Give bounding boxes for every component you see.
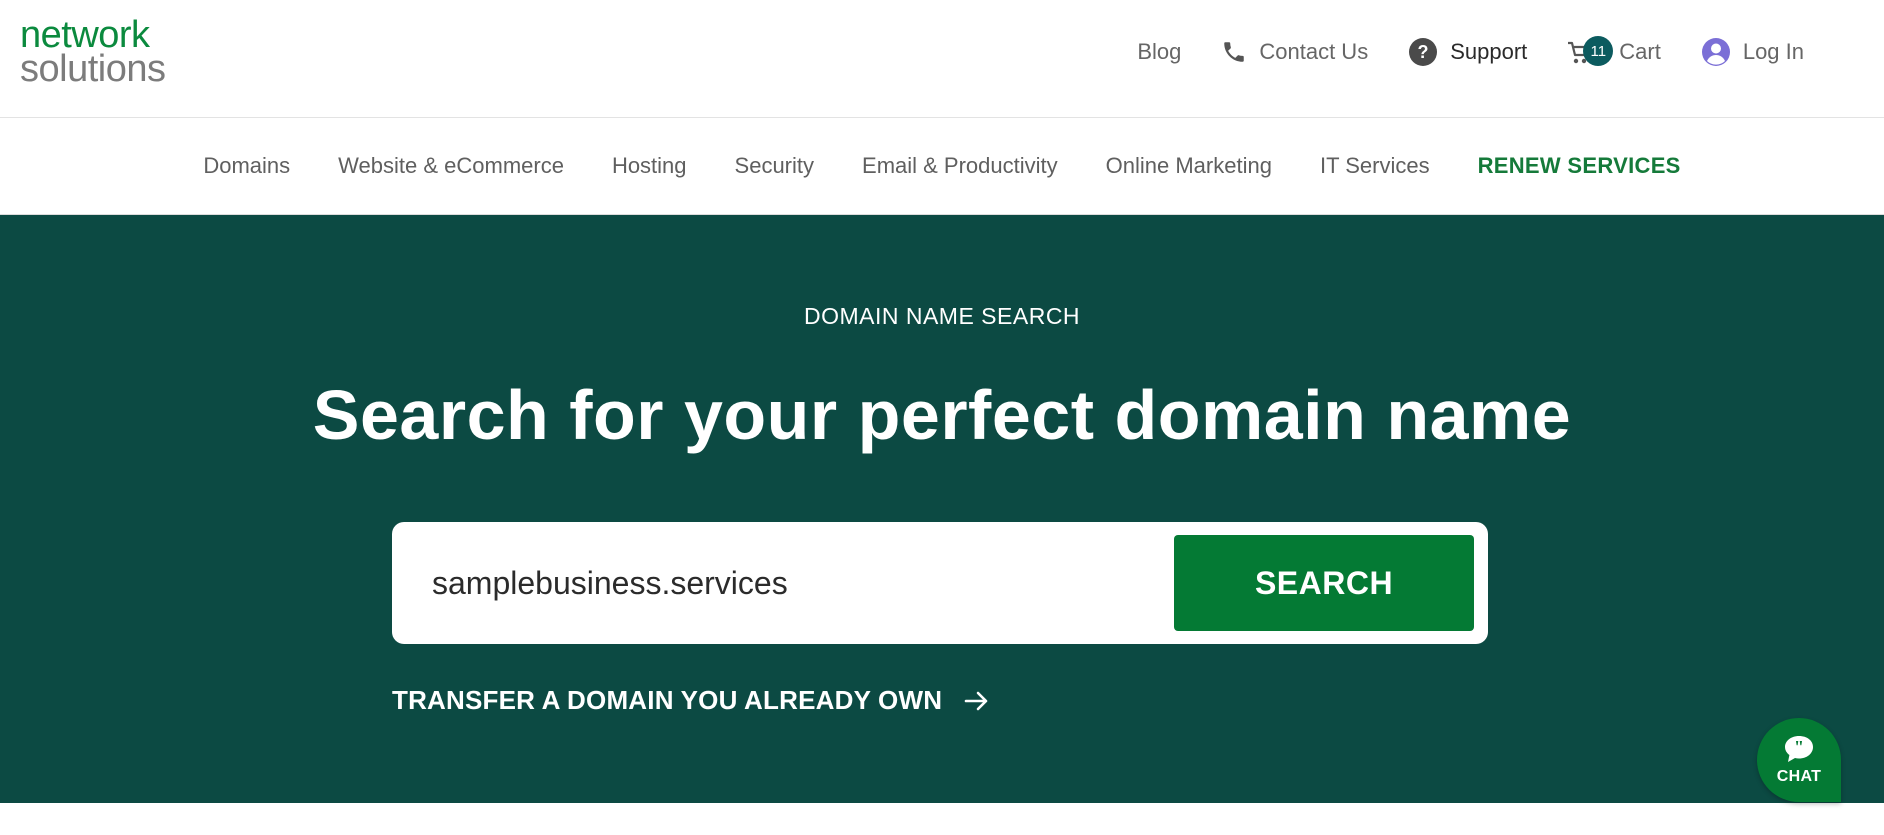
nav-item-email-productivity[interactable]: Email & Productivity — [862, 153, 1058, 179]
chat-button[interactable]: " CHAT — [1757, 718, 1841, 802]
nav-item-renew-services[interactable]: RENEW SERVICES — [1478, 153, 1681, 179]
nav-item-website-ecommerce[interactable]: Website & eCommerce — [338, 153, 564, 179]
nav-item-it-services[interactable]: IT Services — [1320, 153, 1430, 179]
main-nav: Domains Website & eCommerce Hosting Secu… — [0, 118, 1884, 215]
transfer-domain-label: TRANSFER A DOMAIN YOU ALREADY OWN — [392, 685, 943, 715]
hero-eyebrow: DOMAIN NAME SEARCH — [803, 303, 1081, 329]
chat-label: CHAT — [1776, 768, 1822, 785]
blog-label: Blog — [1137, 39, 1182, 64]
hero-title: Search for your perfect domain name — [312, 376, 1572, 454]
contact-us-label: Contact Us — [1259, 39, 1369, 64]
support-label: Support — [1450, 39, 1528, 64]
cart-label: Cart — [1619, 39, 1661, 64]
chat-icon: " — [1782, 734, 1816, 764]
blog-link[interactable]: Blog — [1137, 39, 1181, 65]
nav-item-security[interactable]: Security — [735, 153, 814, 179]
hero-section: DOMAIN NAME SEARCH Search for your perfe… — [0, 215, 1884, 803]
cart-icon: 11 — [1567, 36, 1614, 68]
phone-icon — [1221, 39, 1247, 65]
user-icon — [1701, 37, 1731, 67]
transfer-domain-link[interactable]: TRANSFER A DOMAIN YOU ALREADY OWN — [392, 685, 990, 716]
utility-nav: Blog Contact Us ? Support 11 Cart Log In — [1097, 36, 1804, 68]
help-icon: ? — [1408, 37, 1438, 67]
top-header: network solutions Blog Contact Us ? Supp… — [0, 0, 1884, 118]
login-link[interactable]: Log In — [1701, 37, 1804, 67]
support-link[interactable]: ? Support — [1408, 37, 1527, 67]
nav-item-hosting[interactable]: Hosting — [612, 153, 687, 179]
svg-text:?: ? — [1418, 42, 1429, 62]
logo[interactable]: network solutions — [20, 16, 166, 90]
domain-search-box: SEARCH — [392, 522, 1488, 644]
search-button[interactable]: SEARCH — [1174, 535, 1474, 631]
domain-search-input[interactable] — [422, 552, 1242, 614]
svg-text:": " — [1794, 737, 1804, 757]
nav-item-online-marketing[interactable]: Online Marketing — [1106, 153, 1272, 179]
arrow-right-icon — [964, 690, 990, 712]
cart-count-badge: 11 — [1583, 36, 1614, 66]
nav-item-domains[interactable]: Domains — [203, 153, 290, 179]
cart-link[interactable]: 11 Cart — [1567, 36, 1661, 68]
logo-text-solutions: solutions — [20, 48, 166, 90]
contact-us-link[interactable]: Contact Us — [1221, 39, 1368, 65]
login-label: Log In — [1742, 39, 1804, 64]
